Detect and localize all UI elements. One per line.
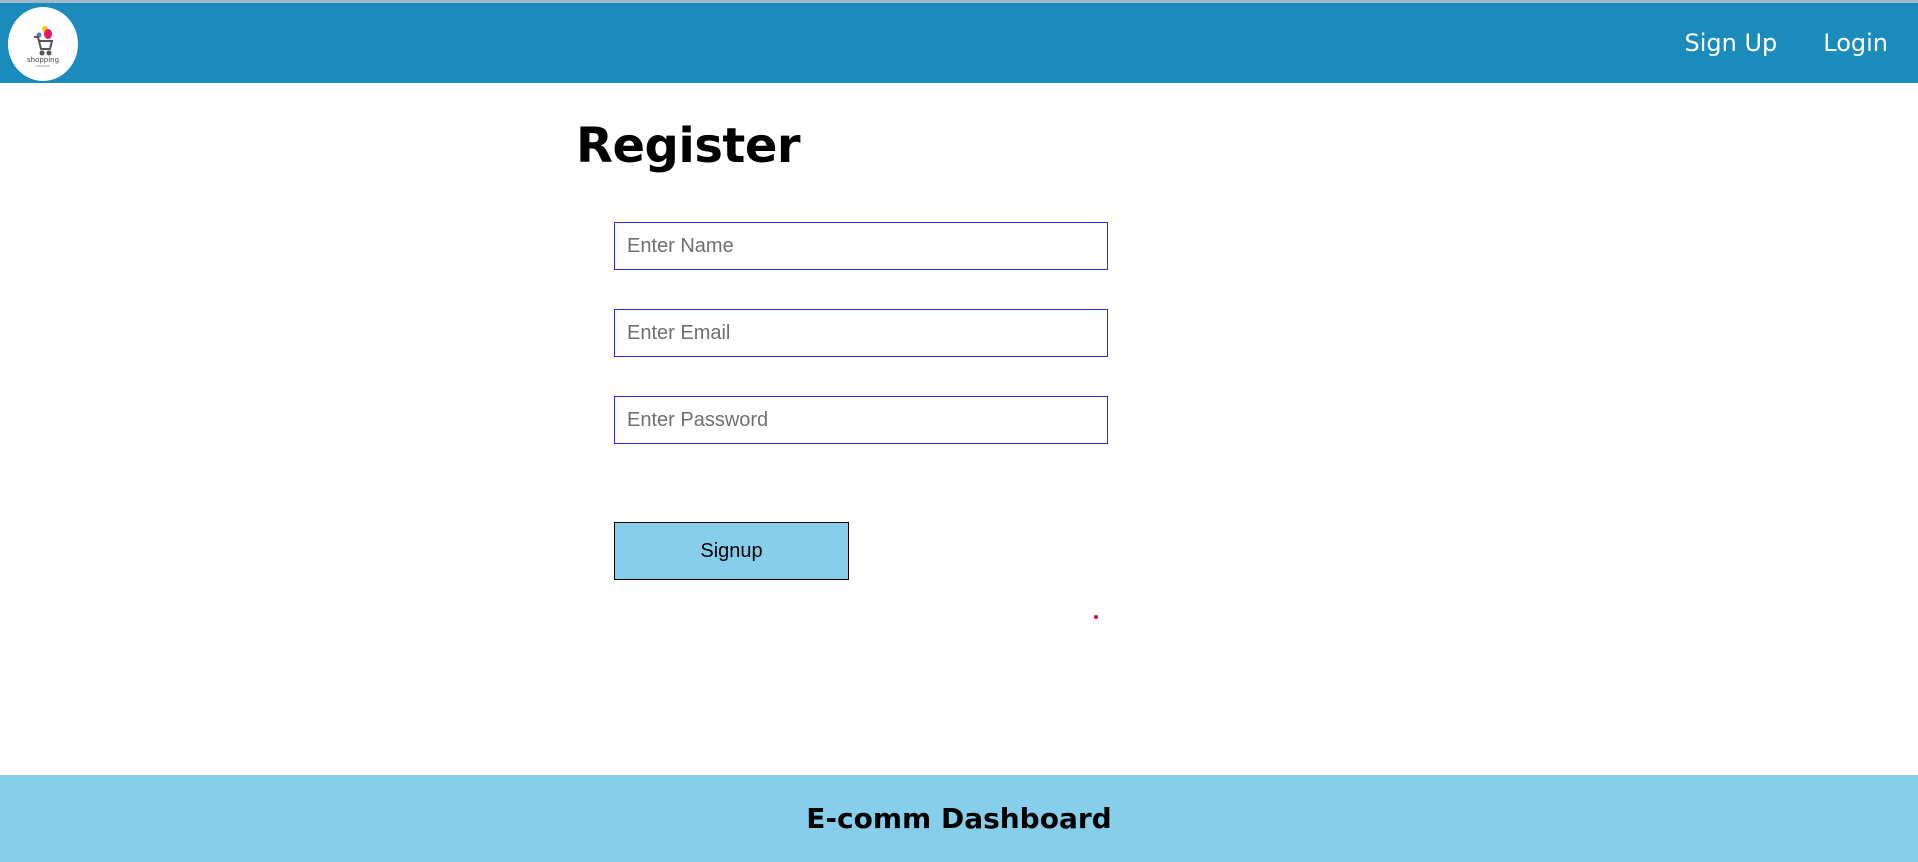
signup-button[interactable]: Signup bbox=[614, 522, 849, 580]
nav-login-link[interactable]: Login bbox=[1823, 29, 1888, 57]
logo-graphic: shopping bbox=[27, 26, 59, 67]
footer-title: E-comm Dashboard bbox=[806, 802, 1112, 835]
password-input[interactable] bbox=[614, 396, 1108, 444]
shopping-cart-logo-icon[interactable]: shopping bbox=[8, 7, 78, 81]
svg-text:shopping: shopping bbox=[27, 56, 59, 64]
footer: E-comm Dashboard bbox=[0, 775, 1918, 862]
nav-signup-link[interactable]: Sign Up bbox=[1684, 29, 1777, 57]
navbar: shopping Sign Up Login bbox=[0, 3, 1918, 83]
email-input[interactable] bbox=[614, 309, 1108, 357]
cursor-dot bbox=[1094, 615, 1098, 619]
nav-links: Sign Up Login bbox=[1684, 3, 1888, 83]
page-title: Register bbox=[576, 118, 801, 174]
name-input[interactable] bbox=[614, 222, 1108, 270]
